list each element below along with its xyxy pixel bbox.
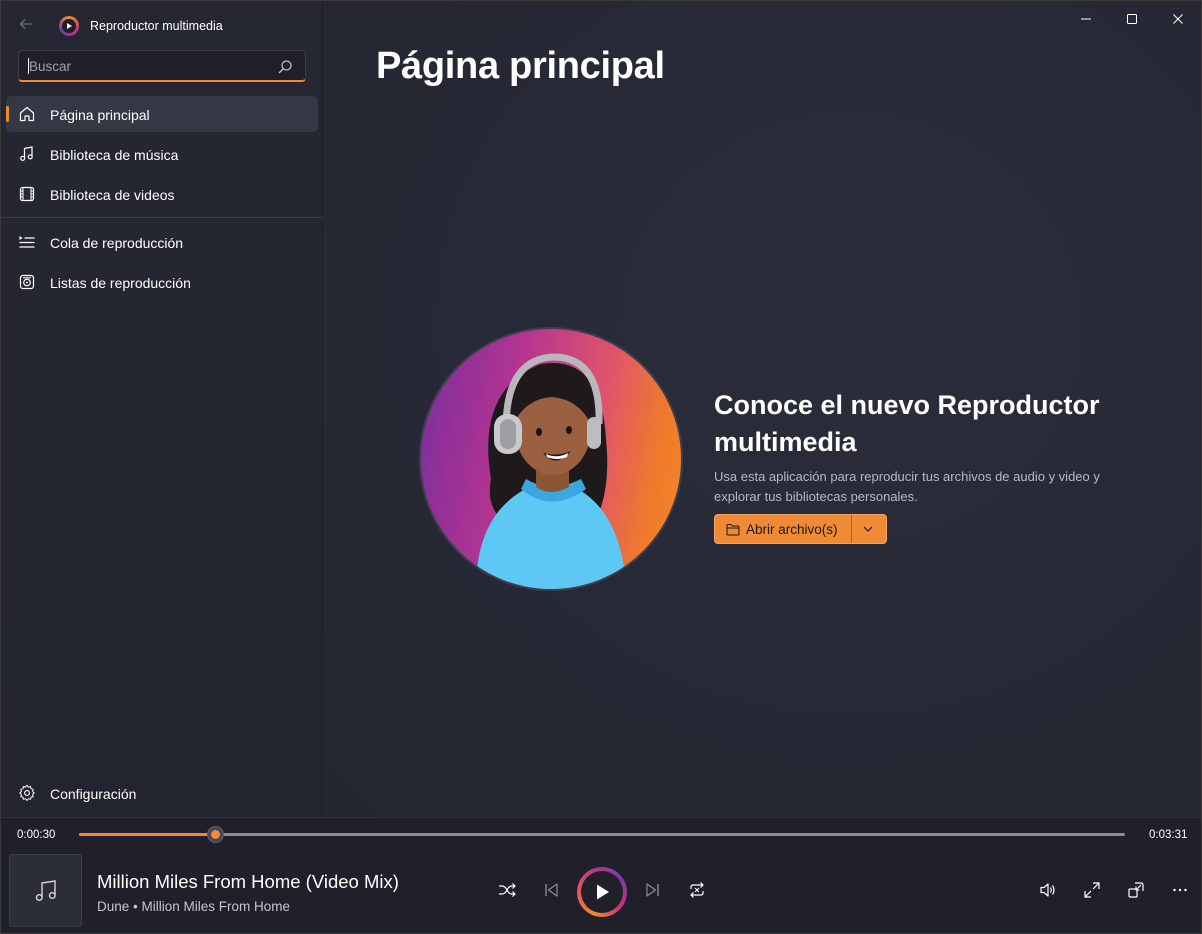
fullscreen-button[interactable] <box>1081 879 1103 901</box>
elapsed-time: 0:00:30 <box>17 829 56 841</box>
more-options-button[interactable] <box>1169 879 1191 901</box>
title-bar: Reproductor multimedia <box>1 1 323 49</box>
player-bar: 0:00:30 0:03:31 Million Miles From Home … <box>1 817 1201 933</box>
search-icon[interactable] <box>277 59 293 75</box>
expand-icon <box>1084 882 1100 898</box>
active-indicator <box>6 106 9 122</box>
sidebar-item-label: Biblioteca de videos <box>50 187 175 203</box>
sidebar-divider <box>1 217 323 218</box>
folder-icon <box>726 524 740 536</box>
seek-thumb[interactable] <box>206 826 224 843</box>
back-arrow-icon <box>19 19 32 29</box>
music-note-icon <box>35 879 56 901</box>
playlist-icon <box>19 274 35 290</box>
search-placeholder: Buscar <box>29 59 72 74</box>
chevron-down-icon[interactable] <box>862 524 874 534</box>
album-art[interactable] <box>9 854 82 927</box>
maximize-icon <box>1127 14 1137 24</box>
previous-icon <box>545 883 558 897</box>
shuffle-icon <box>499 883 516 897</box>
music-note-icon <box>20 146 33 161</box>
home-icon <box>19 106 35 122</box>
sidebar-item-label: Cola de reproducción <box>50 235 184 251</box>
hero-title: Conoce el nuevo Reproductor multimedia <box>714 390 1100 457</box>
sidebar-item-playlists[interactable]: Listas de reproducción <box>6 264 318 300</box>
film-icon <box>19 186 35 202</box>
open-files-label: Abrir archivo(s) <box>746 522 838 537</box>
song-artist-album[interactable]: Dune • Million Miles From Home <box>97 899 290 914</box>
hero-illustration <box>419 327 683 591</box>
sidebar-item-video-library[interactable]: Biblioteca de videos <box>6 176 318 212</box>
hero-description: Usa esta aplicación para reproducir tus … <box>714 469 1100 504</box>
app-window: Reproductor multimedia Buscar Página pri… <box>0 0 1202 934</box>
minimize-button[interactable] <box>1063 5 1109 33</box>
song-title[interactable]: Million Miles From Home (Video Mix) <box>97 871 399 893</box>
shuffle-button[interactable] <box>496 879 518 901</box>
sidebar: Reproductor multimedia Buscar Página pri… <box>1 1 323 817</box>
maximize-button[interactable] <box>1109 5 1155 33</box>
sidebar-item-label: Configuración <box>50 786 137 802</box>
volume-button[interactable] <box>1037 879 1059 901</box>
split-divider <box>851 515 852 543</box>
previous-button[interactable] <box>540 879 562 901</box>
app-title: Reproductor multimedia <box>90 19 223 33</box>
more-icon <box>1173 888 1187 892</box>
back-button[interactable] <box>13 11 39 37</box>
open-files-button[interactable]: Abrir archivo(s) <box>714 514 887 544</box>
sidebar-item-label: Biblioteca de música <box>50 147 179 163</box>
sidebar-item-label: Listas de reproducción <box>50 275 191 291</box>
sidebar-item-home[interactable]: Página principal <box>6 96 318 132</box>
seek-bar-progress <box>79 833 215 836</box>
seek-bar[interactable] <box>79 826 1125 843</box>
person-with-headphones-illustration <box>476 353 626 589</box>
sidebar-item-music-library[interactable]: Biblioteca de música <box>6 136 318 172</box>
sidebar-item-play-queue[interactable]: Cola de reproducción <box>6 224 318 260</box>
mini-player-icon <box>1128 882 1144 898</box>
play-button[interactable] <box>577 867 627 917</box>
sidebar-item-label: Página principal <box>50 107 150 123</box>
close-button[interactable] <box>1155 5 1201 33</box>
next-button[interactable] <box>642 879 664 901</box>
page-title: Página principal <box>376 45 665 87</box>
close-icon <box>1173 14 1183 24</box>
gear-icon <box>19 784 35 801</box>
minimize-icon <box>1081 18 1091 20</box>
total-duration: 0:03:31 <box>1149 829 1188 841</box>
main-content: Página principal Conoce el nuevo Reprodu… <box>323 1 1201 817</box>
repeat-button[interactable] <box>686 879 708 901</box>
play-icon <box>597 884 609 900</box>
next-icon <box>646 883 659 897</box>
queue-icon <box>19 236 35 248</box>
mini-player-button[interactable] <box>1125 879 1147 901</box>
sidebar-item-settings[interactable]: Configuración <box>6 775 318 811</box>
search-input[interactable]: Buscar <box>18 50 306 82</box>
app-logo-icon <box>59 16 79 36</box>
repeat-icon <box>690 882 704 898</box>
volume-icon <box>1040 883 1055 897</box>
